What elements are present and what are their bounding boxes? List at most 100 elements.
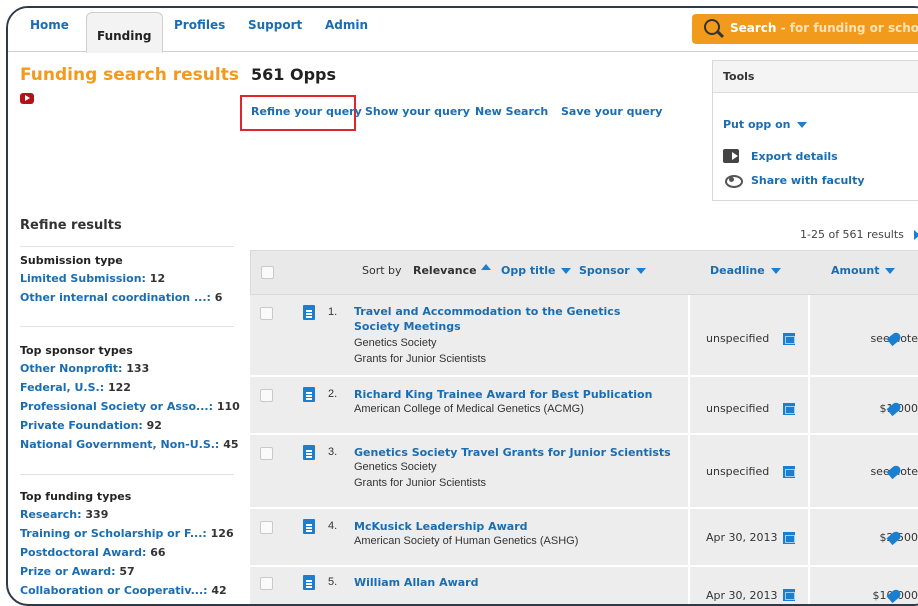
facet-item[interactable]: Training or Scholarship or F...: 126 xyxy=(20,527,234,546)
facet-item[interactable]: Research: 339 xyxy=(20,508,234,527)
opp-sponsor: Genetics Society xyxy=(354,461,437,473)
calendar-icon[interactable] xyxy=(783,532,795,544)
put-opp-on-dropdown[interactable]: Put opp on xyxy=(723,118,807,131)
opp-title-link[interactable]: Richard King Trainee Award for Best Publ… xyxy=(354,387,674,402)
results-table-header: Sort by Relevance Opp title Sponsor Dead… xyxy=(250,250,918,295)
opp-deadline: Apr 30, 2013 xyxy=(706,531,778,544)
top-nav: Home Funding Profiles Support Admin Sear… xyxy=(8,8,918,53)
tools-heading: Tools xyxy=(713,61,918,93)
facet-item[interactable]: Professional Society or Asso...: 110 xyxy=(20,400,240,419)
sort-deadline[interactable]: Deadline xyxy=(710,264,781,277)
column-divider xyxy=(808,295,810,375)
facet-item[interactable]: Private Foundation: 92 xyxy=(20,419,234,438)
row-checkbox[interactable] xyxy=(260,521,273,534)
app-frame: Home Funding Profiles Support Admin Sear… xyxy=(6,6,918,606)
row-checkbox[interactable] xyxy=(260,577,273,590)
sort-amount[interactable]: Amount xyxy=(831,264,896,277)
opp-deadline: unspecified xyxy=(706,465,770,478)
row-number: 2. xyxy=(328,388,338,400)
search-button[interactable]: Search - for funding or scholars xyxy=(692,14,918,44)
divider xyxy=(20,326,234,327)
row-checkbox[interactable] xyxy=(260,307,273,320)
show-query-link[interactable]: Show your query xyxy=(365,105,470,118)
facet-item[interactable]: Collaboration or Cooperativ...: 42 xyxy=(20,584,234,603)
column-divider xyxy=(688,377,690,433)
opp-amount: see note xyxy=(870,332,918,345)
opp-title-link[interactable]: William Allan Award xyxy=(354,575,654,590)
share-with-faculty-link[interactable]: Share with faculty xyxy=(751,174,865,187)
opp-program: Grants for Junior Scientists xyxy=(354,477,487,489)
row-number: 3. xyxy=(328,446,338,458)
facet-item[interactable]: Postdoctoral Award: 66 xyxy=(20,546,234,565)
video-play-icon[interactable] xyxy=(20,93,34,104)
tab-home[interactable]: Home xyxy=(30,18,69,32)
opp-deadline: Apr 30, 2013 xyxy=(706,589,778,602)
facet-funding-types: Top funding types Research: 339 Training… xyxy=(20,490,234,603)
chevron-down-icon xyxy=(885,268,896,274)
search-button-label: Search xyxy=(730,21,777,35)
chevron-down-icon xyxy=(770,268,781,274)
facet-item[interactable]: National Government, Non-U.S.: 45 xyxy=(20,438,239,457)
table-row[interactable]: 5. William Allan Award Apr 30, 2013 $10,… xyxy=(250,567,918,604)
facet-item[interactable]: Prize or Award: 57 xyxy=(20,565,234,584)
calendar-icon[interactable] xyxy=(783,589,795,601)
calendar-icon[interactable] xyxy=(783,466,795,478)
tab-funding[interactable]: Funding xyxy=(86,12,163,53)
facet-item[interactable]: Other internal coordination ...: 6 xyxy=(20,291,234,310)
column-divider xyxy=(808,567,810,604)
opp-amount: $10,000 xyxy=(830,589,918,602)
sort-sponsor[interactable]: Sponsor xyxy=(579,264,646,277)
tab-admin[interactable]: Admin xyxy=(325,18,368,32)
refine-results-heading: Refine results xyxy=(20,218,122,233)
page-title: Funding search results xyxy=(20,65,239,85)
column-divider xyxy=(688,567,690,604)
facet-item[interactable]: Federal, U.S.: 122 xyxy=(20,381,234,400)
calendar-icon[interactable] xyxy=(783,333,795,345)
opp-amount: $1,000 xyxy=(830,402,918,415)
chevron-down-icon xyxy=(635,268,646,274)
facet-sponsor-types: Top sponsor types Other Nonprofit: 133 F… xyxy=(20,344,240,457)
chevron-down-icon xyxy=(561,268,572,274)
opp-deadline: unspecified xyxy=(706,402,770,415)
results-range: 1-25 of 561 results xyxy=(800,228,904,241)
next-page-icon[interactable] xyxy=(914,230,918,240)
table-row[interactable]: 2. Richard King Trainee Award for Best P… xyxy=(250,377,918,435)
table-row[interactable]: 1. Travel and Accommodation to the Genet… xyxy=(250,295,918,377)
export-details-link[interactable]: Export details xyxy=(751,150,838,163)
column-divider xyxy=(808,377,810,433)
opp-title-link[interactable]: Travel and Accommodation to the Genetics… xyxy=(354,304,654,334)
facet-item[interactable]: Limited Submission: 12 xyxy=(20,272,234,291)
divider xyxy=(20,474,234,475)
opp-title-link[interactable]: Genetics Society Travel Grants for Junio… xyxy=(354,445,674,460)
export-icon xyxy=(723,149,739,163)
document-icon xyxy=(303,445,315,460)
row-number: 1. xyxy=(328,306,338,318)
refine-query-link[interactable]: Refine your query xyxy=(251,105,362,118)
table-row[interactable]: 4. McKusick Leadership Award American So… xyxy=(250,509,918,567)
facet-submission-type: Submission type Limited Submission: 12 O… xyxy=(20,254,234,310)
row-number: 5. xyxy=(328,576,338,588)
row-checkbox[interactable] xyxy=(260,447,273,460)
select-all-checkbox[interactable] xyxy=(261,266,274,279)
document-icon xyxy=(303,305,315,320)
opp-title-link[interactable]: McKusick Leadership Award xyxy=(354,519,654,534)
document-icon xyxy=(303,387,315,402)
new-search-link[interactable]: New Search xyxy=(475,105,548,118)
sort-opp-title[interactable]: Opp title xyxy=(501,264,572,277)
tab-support[interactable]: Support xyxy=(248,18,302,32)
sort-relevance[interactable]: Relevance xyxy=(413,264,491,277)
tab-profiles[interactable]: Profiles xyxy=(174,18,225,32)
chevron-down-icon xyxy=(796,122,807,128)
column-divider xyxy=(808,509,810,565)
opp-program: Grants for Junior Scientists xyxy=(354,353,487,365)
opp-sponsor: Genetics Society xyxy=(354,337,437,349)
sort-by-label: Sort by xyxy=(362,264,402,277)
save-query-link[interactable]: Save your query xyxy=(561,105,662,118)
calendar-icon[interactable] xyxy=(783,403,795,415)
facet-item[interactable]: Other Nonprofit: 133 xyxy=(20,362,234,381)
row-checkbox[interactable] xyxy=(260,389,273,402)
search-icon xyxy=(704,19,720,35)
opp-amount: $2,500 xyxy=(830,531,918,544)
column-divider xyxy=(688,509,690,565)
table-row[interactable]: 3. Genetics Society Travel Grants for Ju… xyxy=(250,435,918,509)
